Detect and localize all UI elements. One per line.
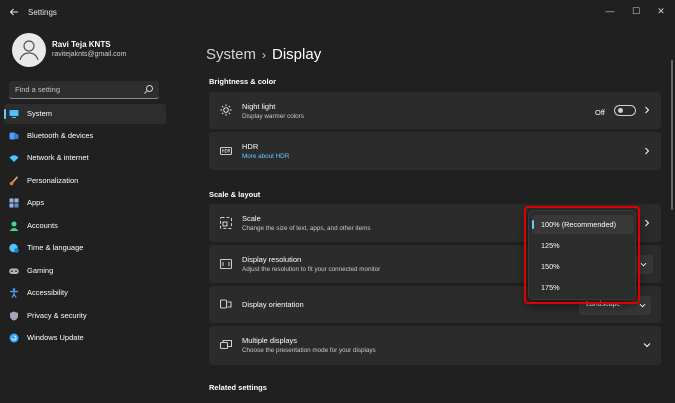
sidebar-item-accessibility[interactable]: Accessibility — [4, 283, 166, 303]
maximize-button[interactable]: ☐ — [627, 4, 645, 18]
user-email: ravitejaknts@gmail.com — [52, 51, 127, 58]
breadcrumb: System › Display — [206, 46, 321, 63]
back-arrow-icon[interactable] — [6, 6, 22, 22]
accessibility-icon — [10, 288, 18, 298]
settings-window: Settings — ☐ ✕ Ravi Teja KNTS ravitejakn… — [0, 0, 675, 403]
toggle-state-label: Off — [595, 108, 605, 117]
sidebar-item-label: Accounts — [27, 221, 58, 230]
controller-icon — [9, 268, 19, 274]
sidebar-item-label: Bluetooth & devices — [27, 131, 94, 140]
chevron-right-icon — [645, 106, 650, 114]
title-bar: Settings — ☐ ✕ — [0, 0, 675, 28]
sidebar-item-label: Accessibility — [27, 288, 68, 297]
sidebar-item-accounts[interactable]: Accounts — [4, 216, 166, 236]
more-about-hdr-link[interactable]: More about HDR — [242, 153, 289, 160]
sidebar-item-system[interactable]: System — [4, 104, 166, 124]
sidebar-item-windows-update[interactable]: Windows Update — [4, 328, 166, 348]
person-placeholder-icon — [19, 40, 39, 61]
user-name: Ravi Teja KNTS — [52, 40, 111, 49]
card-title: HDR — [242, 142, 259, 151]
sidebar-item-label: Gaming — [27, 266, 54, 275]
red-highlight-box — [524, 206, 640, 304]
app-title: Settings — [28, 8, 57, 17]
shield-icon — [10, 311, 18, 321]
sidebar-item-label: System — [27, 109, 53, 118]
breadcrumb-parent[interactable]: System — [206, 46, 256, 63]
search-placeholder: Find a setting — [15, 85, 61, 94]
apps-icon — [9, 198, 19, 208]
sidebar-item-bluetooth[interactable]: Bluetooth & devices — [4, 126, 166, 146]
sidebar-item-label: Personalization — [27, 176, 79, 185]
minimize-button[interactable]: — — [601, 4, 619, 18]
night-light-toggle[interactable] — [614, 105, 636, 116]
sidebar-item-label: Network & internet — [27, 153, 89, 162]
active-indicator — [4, 109, 6, 119]
sidebar-item-privacy[interactable]: Privacy & security — [4, 306, 166, 326]
hdr-icon: HDR — [220, 147, 232, 155]
card-subtitle: Display warmer colors — [242, 113, 304, 120]
resolution-icon — [220, 259, 232, 269]
section-scale-layout: Scale & layout — [209, 190, 261, 199]
chevron-down-icon — [643, 343, 651, 348]
bluetooth-icon — [9, 132, 19, 140]
scale-icon — [220, 217, 232, 229]
section-brightness-color: Brightness & color — [209, 77, 277, 86]
toggle-knob — [618, 108, 623, 113]
page-title: Display — [272, 46, 322, 63]
card-title: Display orientation — [242, 300, 304, 309]
sidebar-item-gaming[interactable]: Gaming — [4, 261, 166, 281]
brush-icon — [9, 176, 19, 186]
sidebar-item-apps[interactable]: Apps — [4, 193, 166, 213]
update-icon — [9, 333, 19, 343]
card-title: Display resolution — [242, 255, 302, 264]
chevron-down-icon — [639, 303, 646, 308]
card-subtitle: Adjust the resolution to fit your connec… — [242, 266, 381, 273]
sidebar-item-label: Apps — [27, 198, 45, 207]
search-input[interactable]: Find a setting — [9, 81, 159, 99]
person-icon — [9, 221, 19, 231]
sidebar-item-label: Privacy & security — [27, 311, 87, 320]
multiple-displays-card[interactable]: Multiple displays Choose the presentatio… — [209, 326, 661, 365]
card-title: Multiple displays — [242, 336, 298, 345]
night-light-card[interactable]: Night light Display warmer colors Off — [209, 92, 661, 129]
card-subtitle: Change the size of text, apps, and other… — [242, 225, 371, 232]
card-title: Scale — [242, 214, 261, 223]
sidebar-item-time-language[interactable]: Time & language — [4, 238, 166, 258]
sidebar-item-personalization[interactable]: Personalization — [4, 171, 166, 191]
multiple-displays-icon — [220, 340, 232, 349]
section-related-settings: Related settings — [209, 383, 267, 392]
globe-clock-icon — [9, 243, 19, 253]
sidebar-item-network[interactable]: Network & internet — [4, 148, 166, 168]
chevron-down-icon — [640, 262, 647, 267]
card-title: Night light — [242, 102, 276, 111]
monitor-icon — [9, 110, 19, 118]
scrollbar[interactable] — [671, 60, 673, 210]
close-button[interactable]: ✕ — [652, 4, 670, 18]
chevron-right-icon — [645, 219, 650, 227]
wifi-icon — [9, 155, 19, 162]
chevron-right-icon — [645, 147, 650, 155]
orientation-icon — [220, 299, 232, 309]
brightness-icon — [220, 104, 232, 116]
avatar[interactable] — [12, 33, 46, 67]
hdr-card[interactable]: HDR HDR More about HDR — [209, 132, 661, 170]
sidebar-item-label: Windows Update — [27, 333, 84, 342]
card-subtitle: Choose the presentation mode for your di… — [242, 347, 376, 354]
breadcrumb-separator: › — [262, 48, 267, 62]
hdr-icon-text: HDR — [222, 149, 231, 154]
sidebar-item-label: Time & language — [27, 243, 84, 252]
search-icon — [144, 85, 153, 94]
